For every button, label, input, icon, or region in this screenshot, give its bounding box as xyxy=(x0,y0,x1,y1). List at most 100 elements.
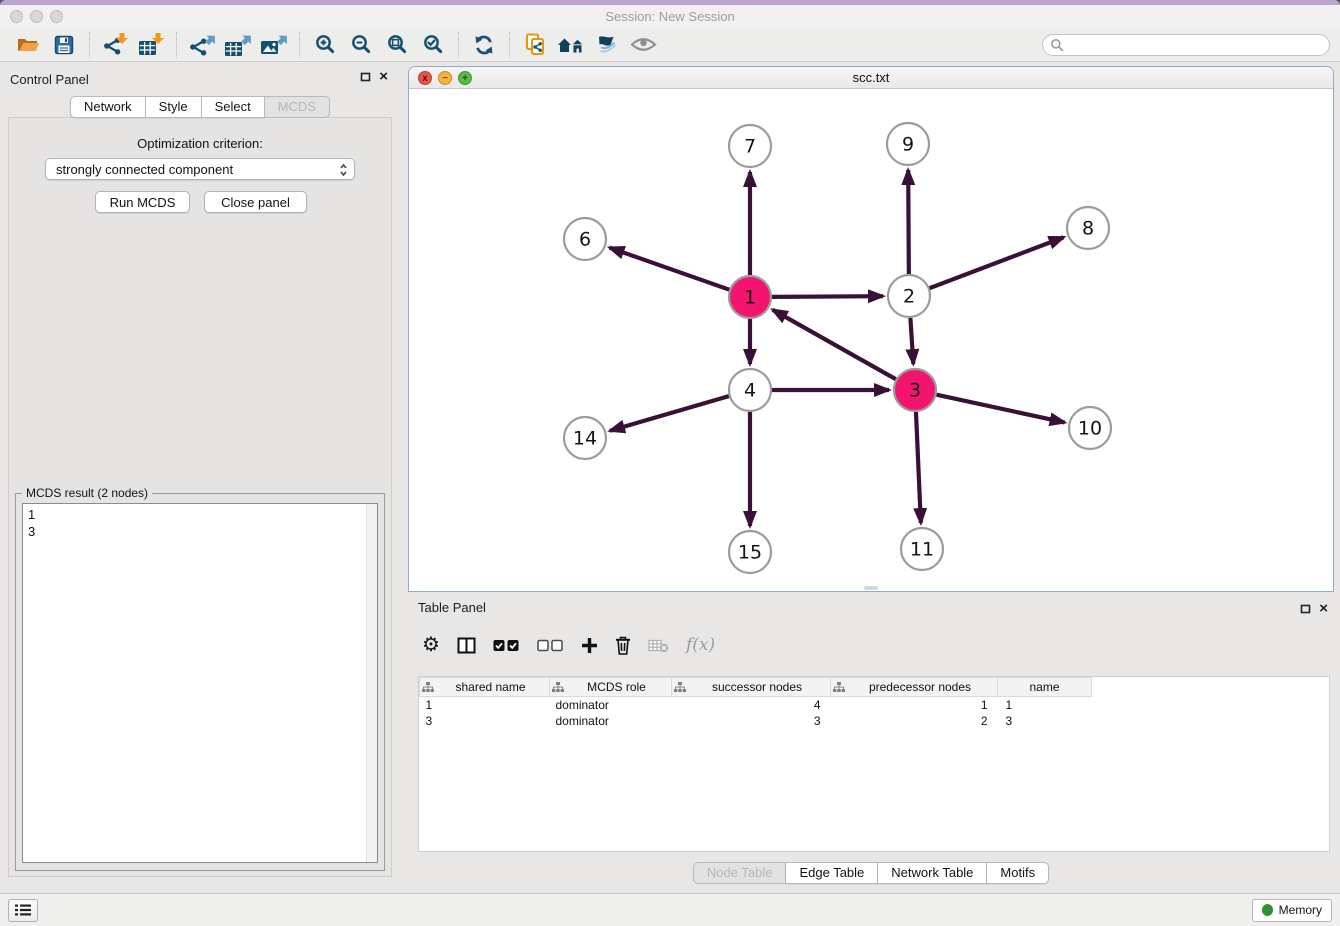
result-scrollbar[interactable] xyxy=(366,504,377,862)
table-cell[interactable]: dominator xyxy=(550,697,672,713)
select-all-columns-button[interactable] xyxy=(493,639,520,652)
window-zoom-button[interactable] xyxy=(50,10,63,23)
tab-network[interactable]: Network xyxy=(70,96,146,118)
table-cell[interactable]: 3 xyxy=(420,713,550,729)
flag-button[interactable] xyxy=(589,30,625,60)
show-columns-button[interactable] xyxy=(457,637,476,654)
network-frame-titlebar: x − + scc.txt xyxy=(409,67,1333,89)
table-cell[interactable]: 1 xyxy=(831,697,998,713)
export-table-button[interactable] xyxy=(220,30,256,60)
graph-edge-3-10[interactable] xyxy=(936,395,1064,423)
close-panel-button[interactable]: Close panel xyxy=(204,191,307,213)
column-header-predecessor-nodes[interactable]: predecessor nodes xyxy=(831,678,998,697)
tab-node-table[interactable]: Node Table xyxy=(693,862,787,884)
tab-network-table[interactable]: Network Table xyxy=(878,862,987,884)
toolbar-separator xyxy=(176,32,177,58)
graph-node-label: 10 xyxy=(1078,418,1102,440)
graph-edge-1-2[interactable] xyxy=(772,296,883,297)
tab-select[interactable]: Select xyxy=(202,96,265,118)
documents-share-button[interactable] xyxy=(517,30,553,60)
table-cell[interactable]: 4 xyxy=(672,697,831,713)
table-cell[interactable]: 2 xyxy=(831,713,998,729)
export-network-button[interactable] xyxy=(184,30,220,60)
table-settings-button[interactable]: ⚙ xyxy=(422,635,440,655)
column-header-shared-name[interactable]: shared name xyxy=(420,678,550,697)
column-header-mcds-role[interactable]: MCDS role xyxy=(550,678,672,697)
table-cell[interactable]: 1 xyxy=(998,697,1092,713)
zoom-selected-button[interactable] xyxy=(415,30,451,60)
graph-node-4[interactable]: 4 xyxy=(729,369,771,411)
table-row[interactable]: 3dominator323 xyxy=(420,713,1330,729)
graph-edge-2-8[interactable] xyxy=(930,237,1064,288)
task-history-button[interactable] xyxy=(8,899,38,922)
zoom-in-button[interactable] xyxy=(307,30,343,60)
float-panel-icon[interactable] xyxy=(1300,604,1311,614)
eye-button[interactable] xyxy=(625,30,661,60)
tab-style[interactable]: Style xyxy=(146,96,202,118)
graph-node-9[interactable]: 9 xyxy=(887,123,929,165)
graph-node-14[interactable]: 14 xyxy=(564,417,606,459)
close-panel-icon[interactable]: × xyxy=(379,71,388,83)
result-lines: 1 3 xyxy=(28,507,35,539)
graph-node-11[interactable]: 11 xyxy=(901,528,943,570)
tab-edge-table[interactable]: Edge Table xyxy=(786,862,878,884)
graph-node-7[interactable]: 7 xyxy=(729,125,771,167)
import-network-button[interactable] xyxy=(97,30,133,60)
graph-node-label: 11 xyxy=(910,539,934,561)
run-mcds-button[interactable]: Run MCDS xyxy=(95,191,190,213)
table-row[interactable]: 1dominator411 xyxy=(420,697,1330,713)
graph-node-1[interactable]: 1 xyxy=(729,276,771,318)
save-session-button[interactable] xyxy=(46,30,82,60)
mcds-result-title: MCDS result (2 nodes) xyxy=(22,486,152,500)
column-header-successor-nodes[interactable]: successor nodes xyxy=(672,678,831,697)
table-cell[interactable]: 3 xyxy=(672,713,831,729)
graph-edge-1-6[interactable] xyxy=(610,248,730,290)
import-table-button[interactable] xyxy=(133,30,169,60)
graph-node-6[interactable]: 6 xyxy=(564,218,606,260)
toolbar-separator xyxy=(458,32,459,58)
graph-node-2[interactable]: 2 xyxy=(888,275,930,317)
delete-columns-button[interactable] xyxy=(615,636,631,655)
graph-edge-3-1[interactable] xyxy=(773,310,896,379)
tab-motifs[interactable]: Motifs xyxy=(987,862,1049,884)
network-canvas[interactable]: 7 9 6 8 1 2 4 3 14 10 15 11 xyxy=(409,89,1333,591)
tab-mcds[interactable]: MCDS xyxy=(265,96,330,118)
close-panel-icon[interactable]: × xyxy=(1319,603,1328,615)
float-panel-icon[interactable] xyxy=(360,72,371,82)
search-input[interactable] xyxy=(1042,34,1330,56)
frame-resize-grip[interactable] xyxy=(864,586,878,590)
memory-status-icon xyxy=(1262,904,1273,916)
table-cell[interactable]: 1 xyxy=(420,697,550,713)
zoom-fit-button[interactable] xyxy=(379,30,415,60)
window-close-button[interactable] xyxy=(10,10,23,23)
zoom-out-button[interactable] xyxy=(343,30,379,60)
unselect-all-columns-button[interactable] xyxy=(537,639,564,652)
graph-node-8[interactable]: 8 xyxy=(1067,207,1109,249)
table-cell-filler xyxy=(1092,713,1330,729)
apply-layout-button[interactable] xyxy=(466,30,502,60)
graph-node-3[interactable]: 3 xyxy=(894,369,936,411)
criterion-select[interactable]: strongly connected component xyxy=(45,158,355,180)
mcds-result-text[interactable]: 1 3 xyxy=(22,503,378,863)
export-image-button[interactable] xyxy=(256,30,292,60)
home-button[interactable] xyxy=(553,30,589,60)
graph-edge-2-3[interactable] xyxy=(910,318,913,364)
graph-node-label: 6 xyxy=(579,229,591,251)
graph-edge-3-11[interactable] xyxy=(916,412,921,523)
header-filler xyxy=(1092,678,1330,697)
graph-node-15[interactable]: 15 xyxy=(729,531,771,573)
graph-node-10[interactable]: 10 xyxy=(1069,407,1111,449)
eye-icon xyxy=(630,36,657,53)
export-image-icon xyxy=(260,33,288,57)
table-cell[interactable]: 3 xyxy=(998,713,1092,729)
memory-button[interactable]: Memory xyxy=(1252,899,1332,922)
table-tabs: Node Table Edge Table Network Table Moti… xyxy=(408,862,1334,884)
create-column-button[interactable] xyxy=(581,637,598,654)
window-minimize-button[interactable] xyxy=(30,10,43,23)
open-session-button[interactable] xyxy=(10,30,46,60)
graph-edge-4-14[interactable] xyxy=(610,396,729,431)
graph-edge-2-9[interactable] xyxy=(908,170,909,274)
table-cell[interactable]: dominator xyxy=(550,713,672,729)
save-floppy-icon xyxy=(54,35,74,55)
column-header-name[interactable]: name xyxy=(998,678,1092,697)
